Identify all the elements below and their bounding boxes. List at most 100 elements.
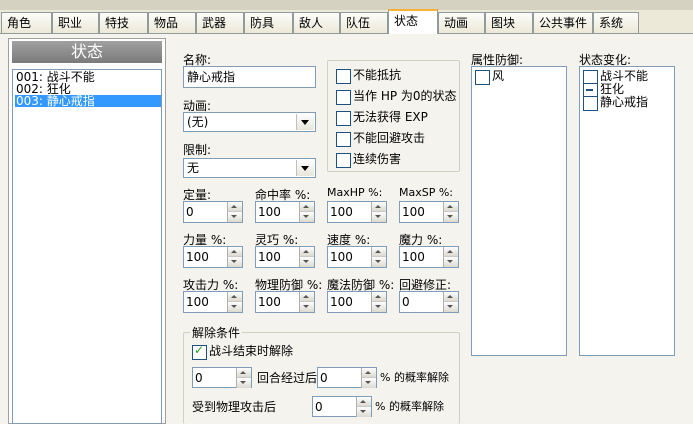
checkbox[interactable]: [336, 90, 351, 105]
stat-spinner[interactable]: 100: [327, 291, 387, 313]
stat-label: MaxHP %:: [327, 186, 383, 199]
tab-actors[interactable]: 角色: [1, 12, 52, 33]
spinner-value: 100: [186, 295, 209, 309]
spinner-value: 100: [186, 250, 209, 264]
tab-tilesets[interactable]: 图块: [485, 12, 533, 33]
flag-label: 无法获得 EXP: [353, 110, 428, 124]
spin-up-icon[interactable]: [443, 247, 458, 257]
spin-up-icon[interactable]: [371, 292, 386, 302]
spinner-value: 100: [402, 250, 425, 264]
spinner-value: 100: [258, 295, 281, 309]
spinner-value: 100: [258, 250, 281, 264]
tab-system[interactable]: 系统: [593, 12, 639, 33]
phys-pct-spinner[interactable]: 0: [312, 396, 372, 417]
turns-pct-text: % 的概率解除: [380, 371, 449, 384]
checkbox-checked[interactable]: [192, 343, 207, 360]
checkbox[interactable]: [336, 132, 351, 147]
tab-classes[interactable]: 职业: [52, 12, 99, 33]
spinner-value: 100: [330, 250, 353, 264]
state-list-header: 状态: [12, 41, 162, 63]
tab-troops[interactable]: 队伍: [340, 12, 388, 33]
spinner-value: 0: [195, 371, 203, 385]
spin-up-icon[interactable]: [371, 247, 386, 257]
spin-up-icon[interactable]: [227, 247, 242, 257]
chevron-down-icon[interactable]: [296, 160, 314, 176]
release-battle-end-label: 战斗结束时解除: [209, 344, 294, 358]
tab-weapons[interactable]: 武器: [196, 12, 244, 33]
spinner-value: 0: [186, 205, 194, 219]
element-defense-list[interactable]: 风: [471, 66, 567, 356]
spin-down-icon[interactable]: [299, 212, 314, 222]
stat-spinner[interactable]: 0: [399, 291, 459, 313]
stat-spinner[interactable]: 100: [327, 201, 387, 223]
spin-down-icon[interactable]: [443, 212, 458, 222]
spin-down-icon[interactable]: [227, 302, 242, 312]
stat-spinner[interactable]: 100: [399, 246, 459, 268]
spin-up-icon[interactable]: [299, 292, 314, 302]
checkbox[interactable]: [583, 96, 598, 111]
name-field[interactable]: 静心戒指: [183, 66, 316, 88]
turns-pct-spinner[interactable]: 0: [317, 367, 377, 388]
state-change-item-label: 战斗不能: [600, 69, 649, 83]
flag-label: 连续伤害: [353, 152, 402, 166]
stat-spinner[interactable]: 100: [327, 246, 387, 268]
spin-up-icon[interactable]: [236, 368, 251, 378]
checkbox[interactable]: [336, 153, 351, 168]
restriction-label: 限制:: [183, 143, 212, 157]
animation-select[interactable]: (无): [183, 112, 316, 132]
checkbox[interactable]: [336, 111, 351, 126]
tab-animations[interactable]: 动画: [438, 12, 485, 33]
spin-down-icon[interactable]: [443, 257, 458, 267]
checkbox[interactable]: [336, 69, 351, 84]
spin-down-icon[interactable]: [299, 302, 314, 312]
spinner-value: 100: [330, 205, 353, 219]
spin-up-icon[interactable]: [227, 292, 242, 302]
stat-spinner[interactable]: 100: [255, 201, 315, 223]
restriction-select[interactable]: 无: [183, 158, 316, 178]
spin-down-icon[interactable]: [236, 378, 251, 388]
stat-spinner[interactable]: 100: [255, 291, 315, 313]
spinner-value: 0: [315, 400, 323, 414]
state-change-item-label: 静心戒指: [600, 95, 649, 109]
spin-up-icon[interactable]: [356, 397, 371, 407]
stat-spinner[interactable]: 100: [399, 201, 459, 223]
element-item-label: 风: [492, 69, 505, 83]
spin-up-icon[interactable]: [227, 202, 242, 212]
chevron-down-icon[interactable]: [296, 114, 314, 130]
state-change-list[interactable]: 战斗不能 狂化 静心戒指: [579, 66, 675, 356]
stat-spinner[interactable]: 100: [183, 291, 243, 313]
spin-up-icon[interactable]: [443, 202, 458, 212]
spin-up-icon[interactable]: [361, 368, 376, 378]
tab-armors[interactable]: 防具: [244, 12, 293, 33]
spin-up-icon[interactable]: [443, 292, 458, 302]
checkbox[interactable]: [475, 70, 490, 85]
tab-enemies[interactable]: 敌人: [293, 12, 340, 33]
stat-spinner[interactable]: 0: [183, 201, 243, 223]
spin-down-icon[interactable]: [356, 407, 371, 417]
spin-down-icon[interactable]: [227, 257, 242, 267]
stat-spinner[interactable]: 100: [183, 246, 243, 268]
spin-up-icon[interactable]: [371, 202, 386, 212]
spin-up-icon[interactable]: [299, 202, 314, 212]
spin-down-icon[interactable]: [371, 257, 386, 267]
tab-skills[interactable]: 特技: [99, 12, 148, 33]
tab-common-events[interactable]: 公共事件: [533, 12, 593, 33]
flag-label: 不能回避攻击: [353, 131, 426, 145]
tab-items[interactable]: 物品: [148, 12, 196, 33]
spin-down-icon[interactable]: [361, 378, 376, 388]
spin-down-icon[interactable]: [227, 212, 242, 222]
state-list[interactable]: 001: 战斗不能 002: 狂化 003: 静心戒指: [12, 69, 162, 424]
stat-label: MaxSP %:: [399, 186, 454, 199]
tab-states[interactable]: 状态: [388, 9, 438, 34]
list-item-selected[interactable]: 003: 静心戒指: [15, 95, 161, 107]
release-title: 解除条件: [190, 324, 243, 341]
turns-text: 回合经过后: [257, 371, 318, 385]
spinner-value: 0: [320, 371, 328, 385]
spin-down-icon[interactable]: [443, 302, 458, 312]
spin-up-icon[interactable]: [299, 247, 314, 257]
spin-down-icon[interactable]: [371, 302, 386, 312]
turns-spinner[interactable]: 0: [192, 367, 252, 388]
spin-down-icon[interactable]: [299, 257, 314, 267]
spin-down-icon[interactable]: [371, 212, 386, 222]
stat-spinner[interactable]: 100: [255, 246, 315, 268]
